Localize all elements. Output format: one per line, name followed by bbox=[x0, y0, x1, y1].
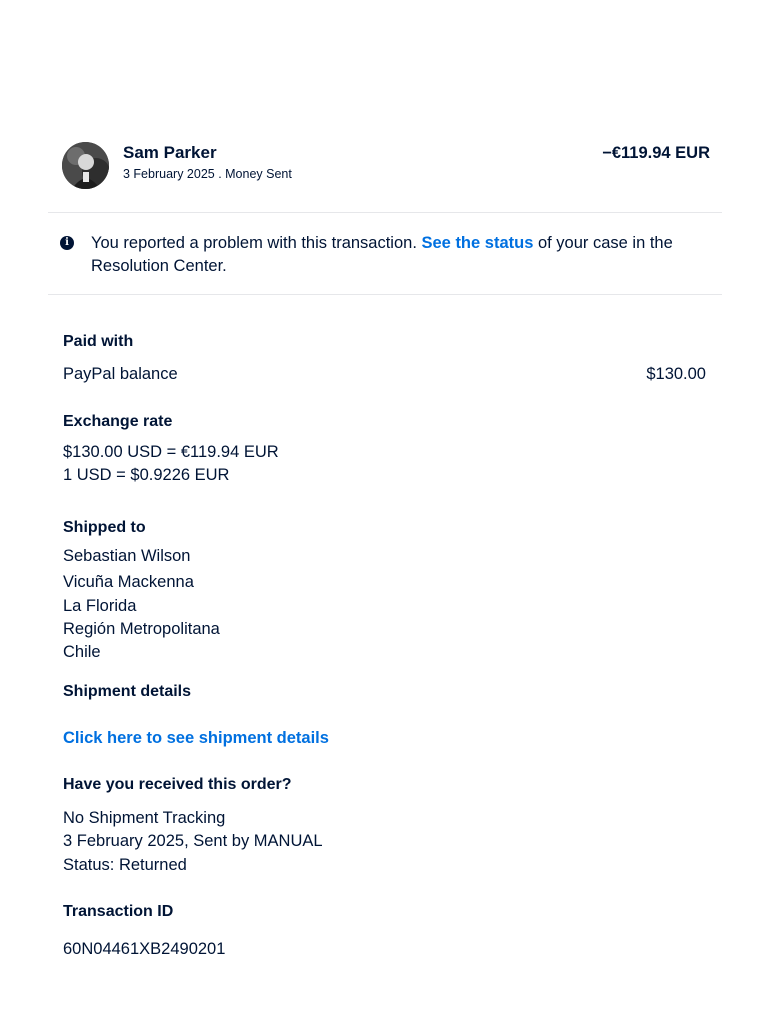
payment-amount: $130.00 bbox=[646, 365, 706, 383]
address-line: Sebastian Wilson bbox=[63, 547, 191, 565]
avatar bbox=[62, 142, 109, 189]
notice-text: You reported a problem with this transac… bbox=[91, 234, 422, 252]
payment-method: PayPal balance bbox=[63, 365, 178, 383]
exchange-rate-label: Exchange rate bbox=[63, 413, 173, 430]
shipment-details-label: Shipment details bbox=[63, 683, 192, 700]
received-label: Have you received this order? bbox=[63, 776, 292, 793]
received-line: 3 February 2025, Sent by MANUAL bbox=[63, 832, 323, 850]
transaction-amount: −€119.94 EUR bbox=[602, 144, 710, 162]
problem-notice: You reported a problem with this transac… bbox=[91, 232, 711, 278]
transaction-meta: 3 February 2025 . Money Sent bbox=[123, 167, 292, 181]
transaction-id: 60N04461XB2490201 bbox=[63, 940, 226, 958]
shipment-details-link[interactable]: Click here to see shipment details bbox=[63, 728, 329, 748]
paid-with-label: Paid with bbox=[63, 333, 134, 350]
exchange-rate-line: $130.00 USD = €119.94 EUR bbox=[63, 443, 279, 461]
divider bbox=[48, 212, 722, 213]
info-icon: i bbox=[60, 236, 74, 250]
address-line: La Florida bbox=[63, 597, 137, 615]
transaction-id-label: Transaction ID bbox=[63, 903, 174, 920]
address-line: Chile bbox=[63, 643, 101, 661]
received-status: Status: Returned bbox=[63, 856, 187, 874]
counterparty-name: Sam Parker bbox=[123, 143, 217, 162]
address-line: Vicuña Mackenna bbox=[63, 573, 194, 591]
shipped-to-label: Shipped to bbox=[63, 519, 146, 536]
received-line: No Shipment Tracking bbox=[63, 809, 226, 827]
avatar-photo bbox=[62, 142, 109, 189]
divider bbox=[48, 294, 722, 295]
see-status-link[interactable]: See the status bbox=[422, 234, 534, 252]
exchange-rate-line: 1 USD = $0.9226 EUR bbox=[63, 466, 230, 484]
address-line: Región Metropolitana bbox=[63, 620, 220, 638]
